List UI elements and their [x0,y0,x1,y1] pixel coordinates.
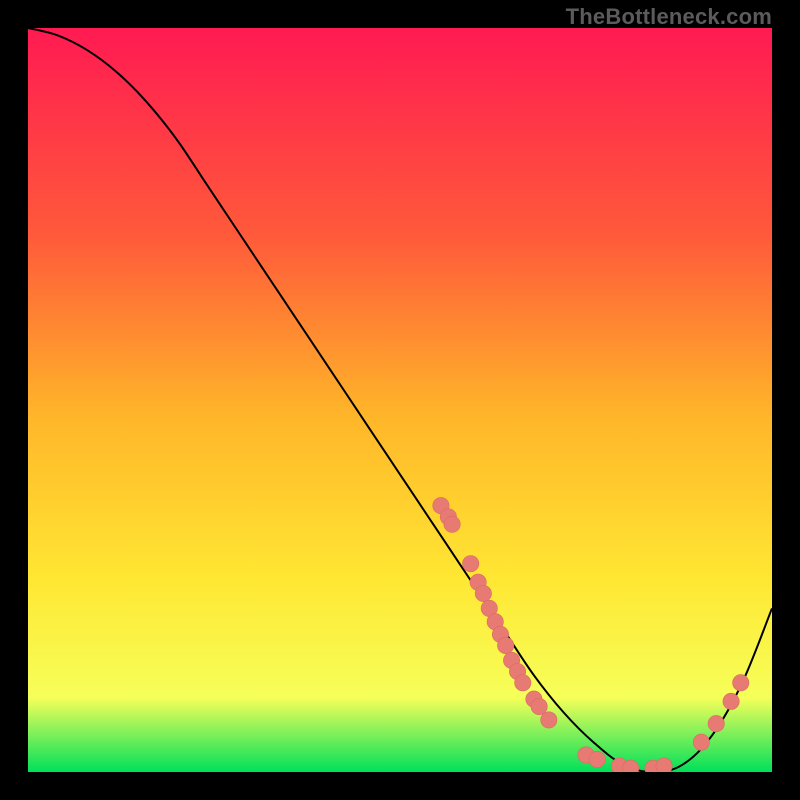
curve-marker [515,675,531,691]
gradient-background [28,28,772,772]
curve-marker [693,734,709,750]
curve-marker [656,758,672,772]
curve-marker [541,712,557,728]
curve-marker [463,556,479,572]
chart-frame [28,28,772,772]
curve-marker [531,698,547,714]
curve-marker [733,675,749,691]
curve-marker [723,693,739,709]
watermark-text: TheBottleneck.com [566,4,772,30]
curve-marker [589,751,605,767]
curve-marker [444,516,460,532]
curve-marker [497,637,513,653]
curve-marker [475,585,491,601]
curve-marker [708,715,724,731]
bottleneck-chart [28,28,772,772]
